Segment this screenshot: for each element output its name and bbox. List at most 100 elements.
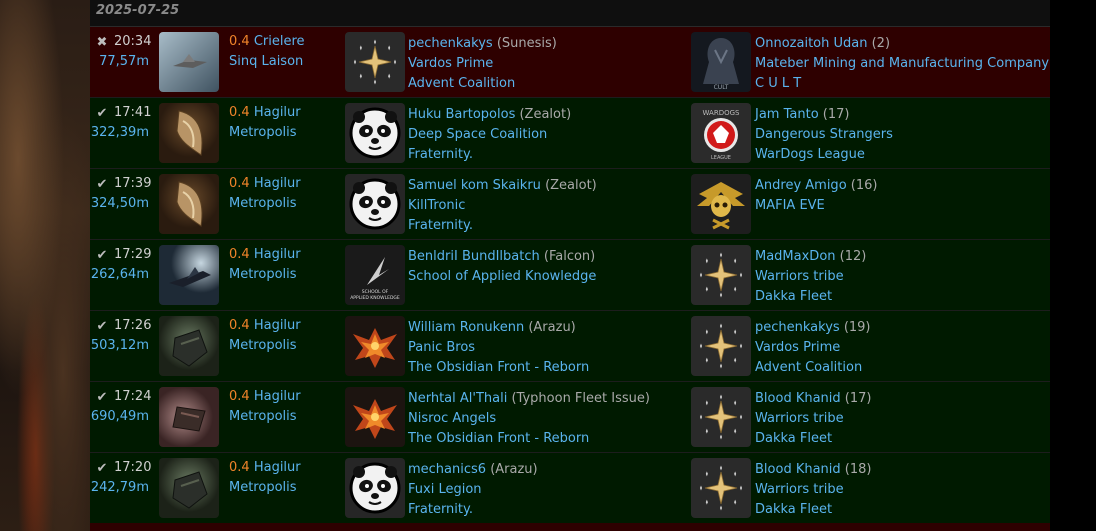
kill-row[interactable]: ✖ 20:34 77,57m 0.4 Crielere Sinq Laison …	[90, 27, 1050, 98]
attacker-corp-link[interactable]: Vardos Prime	[755, 340, 840, 355]
attacker-corp-link[interactable]: MAFIA EVE	[755, 198, 825, 213]
victim-corp-link[interactable]: Fuxi Legion	[408, 482, 482, 497]
frigate-ship-icon[interactable]	[159, 32, 219, 92]
victim-pilot-link[interactable]: William Ronukenn	[408, 320, 524, 335]
attacker-corp-link[interactable]: Warriors tribe	[755, 269, 844, 284]
victim-pilot-link[interactable]: Nerhtal Al'Thali	[408, 391, 507, 406]
attacker-alliance-link[interactable]: Dakka Fleet	[755, 289, 832, 304]
attacker-pilot-link[interactable]: Andrey Amigo	[755, 178, 847, 193]
victim-ship: (Zealot)	[545, 178, 597, 193]
check-icon: ✔	[96, 248, 108, 263]
region-link[interactable]: Metropolis	[229, 338, 297, 353]
attacker-alliance-link[interactable]: Advent Coalition	[755, 360, 862, 375]
victim-alliance-link[interactable]: Advent Coalition	[408, 76, 515, 91]
victim-pilot-link[interactable]: mechanics6	[408, 462, 486, 477]
victim-alliance-link[interactable]: Fraternity.	[408, 218, 473, 233]
kill-row[interactable]: ✔ 17:29 262,64m 0.4 Hagilur Metropolis S…	[90, 240, 1050, 311]
kill-row[interactable]: ✔ 17:39 324,50m 0.4 Hagilur Metropolis S…	[90, 169, 1050, 240]
system-link[interactable]: Hagilur	[254, 105, 301, 120]
attacker-wardogs-icon[interactable]: WARDOGS LEAGUE	[691, 103, 751, 163]
region-link[interactable]: Metropolis	[229, 409, 297, 424]
attacker-pilot-link[interactable]: Jam Tanto	[755, 107, 819, 122]
victim-pilot-link[interactable]: Huku Bartopolos	[408, 107, 515, 122]
attacker-star-emblem-icon[interactable]	[691, 316, 751, 376]
victim-corp-link[interactable]: KillTronic	[408, 198, 465, 213]
typhoon-ship-icon[interactable]	[159, 387, 219, 447]
system-link[interactable]: Hagilur	[254, 247, 301, 262]
system-link[interactable]: Crielere	[254, 34, 305, 49]
attacker-corp-link[interactable]: Dangerous Strangers	[755, 127, 893, 142]
region-link[interactable]: Metropolis	[229, 267, 297, 282]
attacker-cult-dark-icon[interactable]: CULT	[691, 32, 751, 92]
region-link[interactable]: Sinq Laison	[229, 54, 303, 69]
victim-ship: (Arazu)	[528, 320, 576, 335]
arazu-ship-icon[interactable]	[159, 458, 219, 518]
victim-pilot-link[interactable]: BenldriI BundIlbatch	[408, 249, 540, 264]
system-link[interactable]: Hagilur	[254, 318, 301, 333]
zealot-ship-icon[interactable]	[159, 174, 219, 234]
victim-ship: (Sunesis)	[496, 36, 557, 51]
system-link[interactable]: Hagilur	[254, 176, 301, 191]
final-blow-info: Blood Khanid (18) Warriors tribe Dakka F…	[755, 460, 871, 520]
system-link[interactable]: Hagilur	[254, 389, 301, 404]
attacker-corp-link[interactable]: Warriors tribe	[755, 482, 844, 497]
attacker-star-emblem-icon[interactable]	[691, 245, 751, 305]
victim-panda-icon[interactable]	[345, 174, 405, 234]
kill-row[interactable]: ✔ 17:24 690,49m 0.4 Hagilur Metropolis N…	[90, 382, 1050, 453]
attacker-pilot-link[interactable]: pechenkakys	[755, 320, 840, 335]
attacker-count: (18)	[844, 462, 872, 477]
arazu-ship-icon[interactable]	[159, 316, 219, 376]
zealot-ship-icon[interactable]	[159, 103, 219, 163]
system-link[interactable]: Hagilur	[254, 460, 301, 475]
victim-phoenix-icon[interactable]	[345, 316, 405, 376]
kill-row[interactable]: ✔ 17:41 322,39m 0.4 Hagilur Metropolis H…	[90, 98, 1050, 169]
victim-corp-link[interactable]: Panic Bros	[408, 340, 475, 355]
victim-phoenix-icon[interactable]	[345, 387, 405, 447]
victim-school-applied-knowledge-icon[interactable]: SCHOOL OF APPLIED KNOWLEDGE	[345, 245, 405, 305]
victim-pilot-link[interactable]: Samuel kom Skaikru	[408, 178, 541, 193]
victim-pilot-link[interactable]: pechenkakys	[408, 36, 493, 51]
falcon-ship-icon[interactable]	[159, 245, 219, 305]
final-blow-info: Blood Khanid (17) Warriors tribe Dakka F…	[755, 389, 871, 449]
victim-alliance-link[interactable]: Fraternity.	[408, 502, 473, 517]
victim-corp-link[interactable]: Nisroc Angels	[408, 411, 496, 426]
attacker-alliance-link[interactable]: WarDogs League	[755, 147, 865, 162]
date-header: 2025-07-25	[90, 0, 1050, 27]
final-blow-info: Andrey Amigo (16) MAFIA EVE	[755, 176, 877, 216]
kill-time: 17:24	[114, 389, 152, 404]
attacker-alliance-link[interactable]: Dakka Fleet	[755, 502, 832, 517]
victim-panda-icon[interactable]	[345, 458, 405, 518]
victim-ship: (Falcon)	[543, 249, 596, 264]
victim-alliance-link[interactable]: Fraternity.	[408, 147, 473, 162]
victim-star-emblem-icon[interactable]	[345, 32, 405, 92]
victim-corp-link[interactable]: Deep Space Coalition	[408, 127, 547, 142]
kill-row[interactable]: ✔ 17:26 503,12m 0.4 Hagilur Metropolis W…	[90, 311, 1050, 382]
attacker-corp-link[interactable]: Mateber Mining and Manufacturing Company	[755, 56, 1049, 71]
victim-corp-link[interactable]: Vardos Prime	[408, 56, 493, 71]
attacker-star-emblem-icon[interactable]	[691, 387, 751, 447]
security-status: 0.4	[229, 247, 250, 262]
victim-alliance-link[interactable]: The Obsidian Front - Reborn	[408, 431, 589, 446]
attacker-skull-wings-icon[interactable]	[691, 174, 751, 234]
victim-corp-link[interactable]: School of Applied Knowledge	[408, 269, 596, 284]
attacker-corp-link[interactable]: Warriors tribe	[755, 411, 844, 426]
attacker-pilot-link[interactable]: Blood Khanid	[755, 391, 841, 406]
attacker-pilot-link[interactable]: Onnozaitoh Udan	[755, 36, 867, 51]
date-label: 2025-07-25	[96, 3, 180, 18]
attacker-star-emblem-icon[interactable]	[691, 458, 751, 518]
region-link[interactable]: Metropolis	[229, 480, 297, 495]
attacker-alliance-link[interactable]: Dakka Fleet	[755, 431, 832, 446]
svg-text:WARDOGS: WARDOGS	[703, 109, 741, 117]
region-link[interactable]: Metropolis	[229, 125, 297, 140]
victim-alliance-link[interactable]: The Obsidian Front - Reborn	[408, 360, 589, 375]
attacker-alliance-link[interactable]: C U L T	[755, 76, 801, 91]
check-icon: ✔	[96, 106, 108, 121]
isk-value: 503,12m	[90, 338, 149, 353]
location: 0.4 Hagilur	[229, 318, 301, 333]
kill-row[interactable]: ✔ 17:20 242,79m 0.4 Hagilur Metropolis m…	[90, 453, 1050, 524]
attacker-pilot-link[interactable]: MadMaxDon	[755, 249, 836, 264]
region-link[interactable]: Metropolis	[229, 196, 297, 211]
final-blow-info: Onnozaitoh Udan (2) Mateber Mining and M…	[755, 34, 1049, 94]
attacker-pilot-link[interactable]: Blood Khanid	[755, 462, 841, 477]
victim-panda-icon[interactable]	[345, 103, 405, 163]
